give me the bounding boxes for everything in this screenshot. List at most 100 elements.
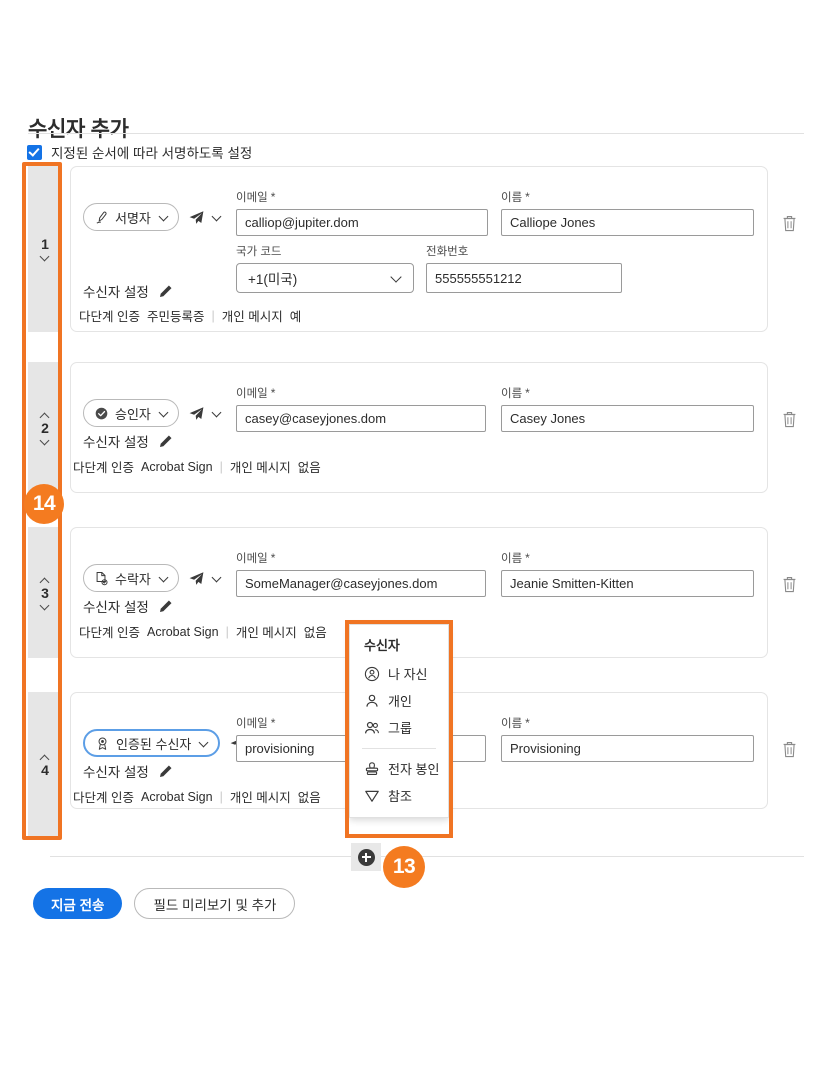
delivery-method-select[interactable] bbox=[188, 209, 222, 226]
recipient-role-select[interactable]: 서명자 bbox=[83, 203, 179, 231]
recipient-settings-row[interactable]: 수신자 설정 bbox=[83, 281, 173, 301]
email-field-group: 이메일 * casey@caseyjones.dom bbox=[236, 385, 486, 432]
chevron-down-icon bbox=[212, 573, 222, 583]
certified-badge-icon bbox=[95, 736, 110, 751]
delete-recipient-button[interactable] bbox=[781, 214, 798, 233]
name-field-group: 이름 * Casey Jones bbox=[501, 385, 754, 432]
menu-item-label: 개인 bbox=[388, 694, 412, 709]
recipient-settings-label: 수신자 설정 bbox=[83, 285, 149, 300]
recipient-settings-row[interactable]: 수신자 설정 bbox=[83, 761, 173, 781]
name-label: 이름 * bbox=[501, 386, 530, 400]
name-field-group: 이름 * Calliope Jones bbox=[501, 189, 754, 236]
menu-item-group[interactable]: 그룹 bbox=[350, 714, 448, 741]
pencil-edit-icon[interactable] bbox=[158, 434, 173, 449]
recipient-role-select[interactable]: 수락자 bbox=[83, 564, 179, 592]
move-down-chevron-icon[interactable] bbox=[41, 252, 50, 261]
menu-item-cc[interactable]: 참조 bbox=[350, 782, 448, 809]
signing-order-checkbox[interactable] bbox=[27, 144, 42, 160]
rail-order-number: 1 bbox=[41, 236, 49, 252]
signing-order-checkbox-row[interactable]: 지정된 순서에 따라 서명하도록 설정 bbox=[27, 142, 252, 162]
rail-order-2: 2 bbox=[28, 362, 62, 493]
email-input[interactable]: SomeManager@caseyjones.dom bbox=[236, 570, 486, 597]
auth-value: Acrobat Sign bbox=[140, 459, 213, 474]
recipient-type-menu-header: 수신자 bbox=[364, 638, 400, 653]
private-message-label: 개인 메시지 bbox=[229, 791, 291, 805]
chevron-down-icon bbox=[159, 573, 169, 583]
auth-label: 다단계 인증 bbox=[73, 461, 134, 475]
email-label: 이메일 * bbox=[236, 386, 276, 400]
menu-item-electronic-seal[interactable]: 전자 봉인 bbox=[350, 755, 448, 782]
move-up-chevron-icon[interactable] bbox=[41, 753, 50, 762]
meta-separator: | bbox=[219, 789, 223, 804]
recipient-role-row: 수락자 bbox=[83, 564, 222, 592]
recipient-card: 승인자 이메일 * casey@caseyjones.dom 이름 * Casey Jo… bbox=[70, 362, 768, 493]
menu-item-label: 나 자신 bbox=[388, 667, 428, 682]
phone-input[interactable]: 555555551212 bbox=[426, 263, 622, 293]
delivery-method-select[interactable] bbox=[188, 405, 222, 422]
private-message-label: 개인 메시지 bbox=[221, 310, 283, 324]
plus-circle-icon bbox=[357, 848, 375, 866]
email-input[interactable]: casey@caseyjones.dom bbox=[236, 405, 486, 432]
rail-order-4: 4 bbox=[28, 692, 62, 838]
person-icon bbox=[364, 693, 380, 709]
delete-recipient-button[interactable] bbox=[781, 410, 798, 429]
country-code-select[interactable]: +1(미국) bbox=[236, 263, 414, 293]
country-code-field-group: 국가 코드 +1(미국) bbox=[236, 243, 414, 293]
recipient-role-label: 서명자 bbox=[115, 210, 151, 226]
move-up-chevron-icon[interactable] bbox=[41, 411, 50, 420]
name-input[interactable]: Provisioning bbox=[501, 735, 754, 762]
pencil-edit-icon[interactable] bbox=[158, 764, 173, 779]
rail-order-3: 3 bbox=[28, 527, 62, 658]
menu-item-individual[interactable]: 개인 bbox=[350, 687, 448, 714]
rail-order-1: 1 bbox=[28, 166, 62, 332]
name-input[interactable]: Casey Jones bbox=[501, 405, 754, 432]
delete-recipient-button[interactable] bbox=[781, 575, 798, 594]
recipient-settings-row[interactable]: 수신자 설정 bbox=[83, 596, 173, 616]
name-input[interactable]: Calliope Jones bbox=[501, 209, 754, 236]
recipient-meta-row: 다단계 인증 Acrobat Sign | 개인 메시지 없음 bbox=[73, 457, 321, 476]
recipient-role-select[interactable]: 승인자 bbox=[83, 399, 179, 427]
recipient-role-label: 인증된 수신자 bbox=[116, 736, 192, 752]
recipient-meta-row: 다단계 인증 주민등록증 | 개인 메시지 예 bbox=[79, 306, 301, 325]
meta-separator: | bbox=[219, 459, 223, 474]
delete-recipient-button[interactable] bbox=[781, 740, 798, 759]
chevron-down-icon bbox=[199, 738, 209, 748]
send-plane-icon bbox=[188, 570, 205, 587]
delivery-method-select[interactable] bbox=[188, 570, 222, 587]
chevron-down-icon bbox=[212, 212, 222, 222]
recipient-type-menu[interactable]: 수신자 나 자신 개인 그룹 전자 봉인 참조 bbox=[349, 624, 449, 818]
recipient-settings-row[interactable]: 수신자 설정 bbox=[83, 431, 173, 451]
meta-separator: | bbox=[211, 308, 215, 323]
annotation-badge-13: 13 bbox=[383, 846, 425, 888]
auth-label: 다단계 인증 bbox=[79, 626, 140, 640]
check-circle-icon bbox=[94, 406, 109, 421]
move-down-chevron-icon[interactable] bbox=[41, 436, 50, 445]
pencil-edit-icon[interactable] bbox=[158, 599, 173, 614]
add-recipient-button[interactable] bbox=[351, 843, 381, 871]
private-message-label: 개인 메시지 bbox=[235, 626, 297, 640]
recipient-settings-label: 수신자 설정 bbox=[83, 765, 149, 780]
recipient-role-label: 수락자 bbox=[115, 571, 151, 587]
name-label: 이름 * bbox=[501, 716, 530, 730]
name-input[interactable]: Jeanie Smitten-Kitten bbox=[501, 570, 754, 597]
group-icon bbox=[364, 720, 380, 736]
move-up-chevron-icon[interactable] bbox=[41, 576, 50, 585]
footer-actions: 지금 전송 필드 미리보기 및 추가 bbox=[33, 888, 296, 919]
phone-label: 전화번호 bbox=[426, 246, 469, 258]
title-divider bbox=[28, 133, 804, 134]
rail-order-number: 4 bbox=[41, 762, 49, 778]
chevron-down-icon bbox=[392, 272, 404, 284]
email-input[interactable]: calliop@jupiter.dom bbox=[236, 209, 488, 236]
send-now-button[interactable]: 지금 전송 bbox=[33, 888, 123, 919]
preview-add-fields-button[interactable]: 필드 미리보기 및 추가 bbox=[134, 888, 296, 919]
name-field-group: 이름 * Jeanie Smitten-Kitten bbox=[501, 550, 754, 597]
stamp-icon bbox=[364, 761, 380, 777]
pencil-edit-icon[interactable] bbox=[158, 284, 173, 299]
recipient-role-select[interactable]: 인증된 수신자 bbox=[83, 729, 221, 757]
menu-divider bbox=[362, 748, 436, 749]
move-down-chevron-icon[interactable] bbox=[41, 601, 50, 610]
private-message-value: 없음 bbox=[297, 461, 321, 475]
menu-item-myself[interactable]: 나 자신 bbox=[350, 660, 448, 687]
signature-pen-icon bbox=[94, 210, 109, 225]
phone-field-group: 전화번호 555555551212 bbox=[426, 243, 622, 293]
